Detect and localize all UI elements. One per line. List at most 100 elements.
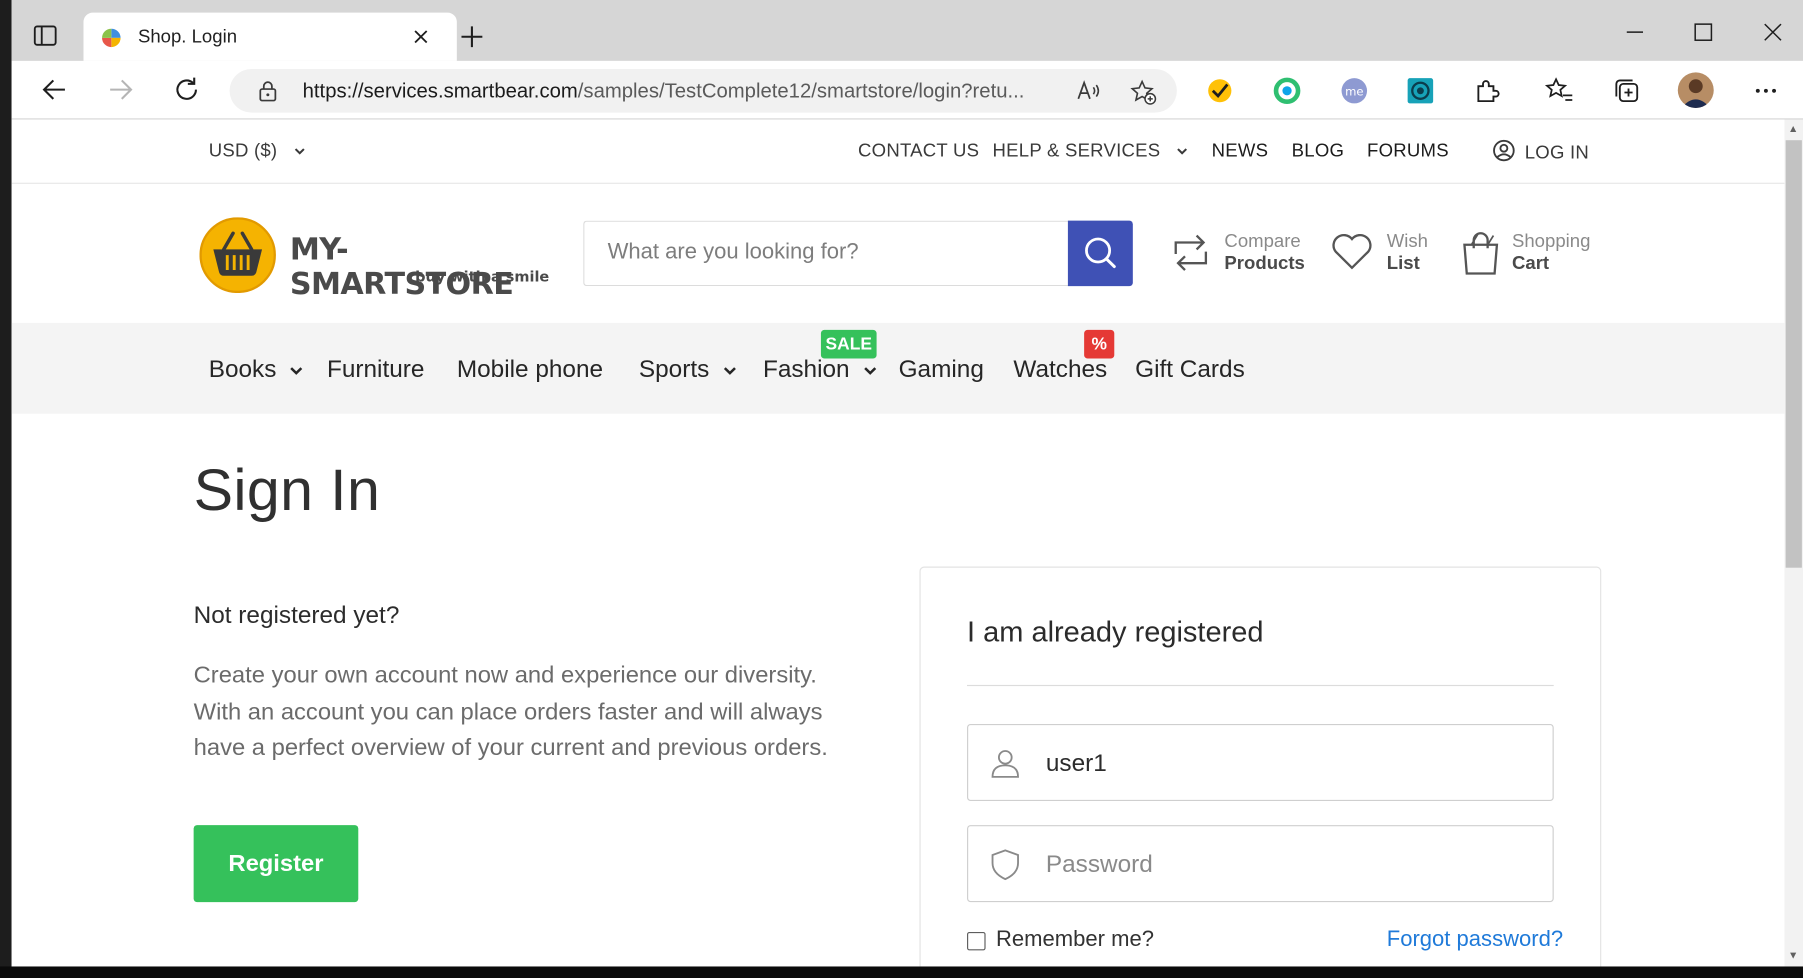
browser-titlebar: Shop. Login bbox=[11, 0, 1803, 61]
category-watches[interactable]: Watches bbox=[1013, 356, 1107, 384]
chevron-down-icon bbox=[1177, 148, 1188, 155]
taskbar-edge bbox=[0, 966, 1803, 978]
compare-big-label: Products bbox=[1224, 253, 1305, 274]
password-placeholder: Password bbox=[1045, 851, 1153, 878]
currency-selector[interactable]: USD ($) bbox=[209, 141, 305, 162]
forgot-password-link[interactable]: Forgot password? bbox=[1387, 927, 1563, 952]
user-circle-icon bbox=[1493, 139, 1515, 162]
profile-avatar[interactable] bbox=[1677, 72, 1714, 109]
cart-small-label: Shopping bbox=[1511, 232, 1591, 252]
chevron-down-icon bbox=[294, 148, 305, 155]
category-mobile-phone[interactable]: Mobile phone bbox=[457, 356, 603, 384]
category-gift-cards[interactable]: Gift Cards bbox=[1135, 356, 1245, 384]
plus-icon[interactable] bbox=[458, 23, 486, 51]
blog-link[interactable]: BLOG bbox=[1292, 141, 1344, 162]
logo-tagline: buy with a smile bbox=[415, 267, 550, 286]
tab-title: Shop. Login bbox=[137, 27, 238, 48]
contact-us-link[interactable]: CONTACT US bbox=[858, 141, 979, 162]
compare-small-label: Compare bbox=[1224, 232, 1301, 252]
screen: Shop. Login https://services.smartbear.c… bbox=[0, 0, 1803, 978]
norton-icon[interactable] bbox=[1205, 76, 1235, 106]
browser-window: Shop. Login https://services.smartbear.c… bbox=[11, 0, 1803, 967]
scroll-up-arrow-icon[interactable]: ▲ bbox=[1788, 123, 1798, 134]
divider bbox=[967, 684, 1554, 687]
shopping-bag-icon bbox=[1463, 232, 1499, 275]
search-icon bbox=[1085, 237, 1116, 269]
profile-photo-icon bbox=[1681, 79, 1711, 109]
shield-icon bbox=[991, 849, 1019, 881]
not-registered-heading: Not registered yet? bbox=[193, 602, 400, 629]
extensions-puzzle-icon[interactable] bbox=[1473, 76, 1503, 106]
tab-actions-icon bbox=[33, 25, 57, 46]
close-icon[interactable] bbox=[410, 26, 431, 47]
scroll-down-arrow-icon[interactable]: ▼ bbox=[1788, 949, 1798, 960]
news-link[interactable]: NEWS bbox=[1212, 141, 1269, 162]
page-viewport: USD ($) CONTACT US HELP & SERVICES NEWS … bbox=[11, 119, 1785, 967]
wish-big-label: List bbox=[1386, 253, 1420, 274]
username-field[interactable]: user1 bbox=[967, 723, 1554, 801]
help-services-label: HELP & SERVICES bbox=[992, 141, 1161, 161]
url-text[interactable]: https://services.smartbear.com/samples/T… bbox=[303, 79, 1062, 103]
page-scrollbar[interactable]: ▲ ▼ bbox=[1784, 119, 1803, 967]
currency-label: USD ($) bbox=[208, 141, 278, 161]
category-sports[interactable]: Sports bbox=[639, 356, 736, 384]
refresh-icon[interactable] bbox=[172, 75, 202, 105]
login-link[interactable]: LOG IN bbox=[1492, 139, 1589, 164]
help-services-menu[interactable]: HELP & SERVICES bbox=[993, 141, 1188, 162]
collections-icon[interactable] bbox=[1612, 76, 1642, 106]
extension-green-icon[interactable] bbox=[1272, 76, 1302, 106]
category-label: Fashion bbox=[762, 356, 850, 383]
compare-arrows-icon bbox=[1174, 234, 1208, 271]
heart-icon bbox=[1332, 233, 1372, 270]
me-extension-icon[interactable]: me bbox=[1339, 76, 1369, 106]
wish-small-label: Wish bbox=[1386, 232, 1428, 252]
chevron-down-icon bbox=[290, 367, 303, 375]
maximize-icon[interactable] bbox=[1689, 18, 1717, 46]
remember-me-label[interactable]: Remember me? bbox=[996, 927, 1154, 952]
extension-teal-icon[interactable] bbox=[1405, 76, 1435, 106]
forums-link[interactable]: FORUMS bbox=[1367, 141, 1449, 162]
window-close-icon[interactable] bbox=[1759, 18, 1787, 46]
category-label: Sports bbox=[638, 356, 710, 383]
remember-me-checkbox[interactable] bbox=[967, 932, 986, 951]
search-button[interactable] bbox=[1067, 220, 1133, 287]
browser-tab[interactable]: Shop. Login bbox=[83, 12, 457, 61]
back-arrow-icon[interactable] bbox=[39, 75, 69, 105]
category-fashion[interactable]: Fashion bbox=[763, 356, 876, 384]
category-furniture[interactable]: Furniture bbox=[327, 356, 424, 384]
minimize-icon[interactable] bbox=[1621, 18, 1649, 46]
compare-products-link[interactable]: Compare Products bbox=[1171, 231, 1310, 277]
cart-big-label: Cart bbox=[1511, 253, 1550, 274]
screen-content: Shop. Login https://services.smartbear.c… bbox=[0, 0, 1803, 978]
favorites-icon[interactable] bbox=[1544, 76, 1574, 106]
category-books[interactable]: Books bbox=[209, 356, 303, 384]
lock-icon[interactable] bbox=[256, 79, 279, 102]
address-bar[interactable]: https://services.smartbear.com/samples/T… bbox=[229, 68, 1177, 113]
login-label: LOG IN bbox=[1524, 143, 1590, 164]
forward-arrow-icon[interactable] bbox=[106, 75, 136, 105]
password-field[interactable]: Password bbox=[967, 825, 1554, 903]
read-aloud-icon[interactable] bbox=[1076, 79, 1102, 102]
shopping-cart-link[interactable]: Shopping Cart bbox=[1461, 231, 1612, 277]
sale-badge: SALE bbox=[820, 329, 877, 359]
category-nav: Books Furniture Mobile phone Sports Fash… bbox=[11, 322, 1785, 414]
desktop-background bbox=[0, 0, 12, 978]
chevron-down-icon bbox=[723, 367, 736, 375]
scrollbar-thumb[interactable] bbox=[1785, 140, 1802, 568]
tab-actions-button[interactable] bbox=[32, 23, 58, 48]
category-gaming[interactable]: Gaming bbox=[899, 356, 984, 384]
chevron-down-icon bbox=[863, 367, 876, 375]
wish-list-link[interactable]: Wish List bbox=[1330, 231, 1434, 277]
login-card: I am already registered user1 Password R… bbox=[919, 566, 1602, 967]
more-options-icon[interactable] bbox=[1751, 76, 1781, 106]
register-description: Create your own account now and experien… bbox=[193, 661, 828, 761]
username-value: user1 bbox=[1045, 750, 1107, 777]
percent-badge: % bbox=[1084, 329, 1115, 359]
register-button[interactable]: Register bbox=[193, 825, 359, 903]
page-title: Sign In bbox=[193, 457, 381, 523]
search-input[interactable] bbox=[607, 240, 1049, 266]
category-label: Books bbox=[208, 356, 277, 383]
utility-bar: USD ($) CONTACT US HELP & SERVICES NEWS … bbox=[11, 120, 1785, 184]
add-favorite-star-icon[interactable] bbox=[1129, 78, 1157, 106]
store-logo[interactable]: MY-SMARTSTORE buy with a smile bbox=[199, 217, 558, 302]
